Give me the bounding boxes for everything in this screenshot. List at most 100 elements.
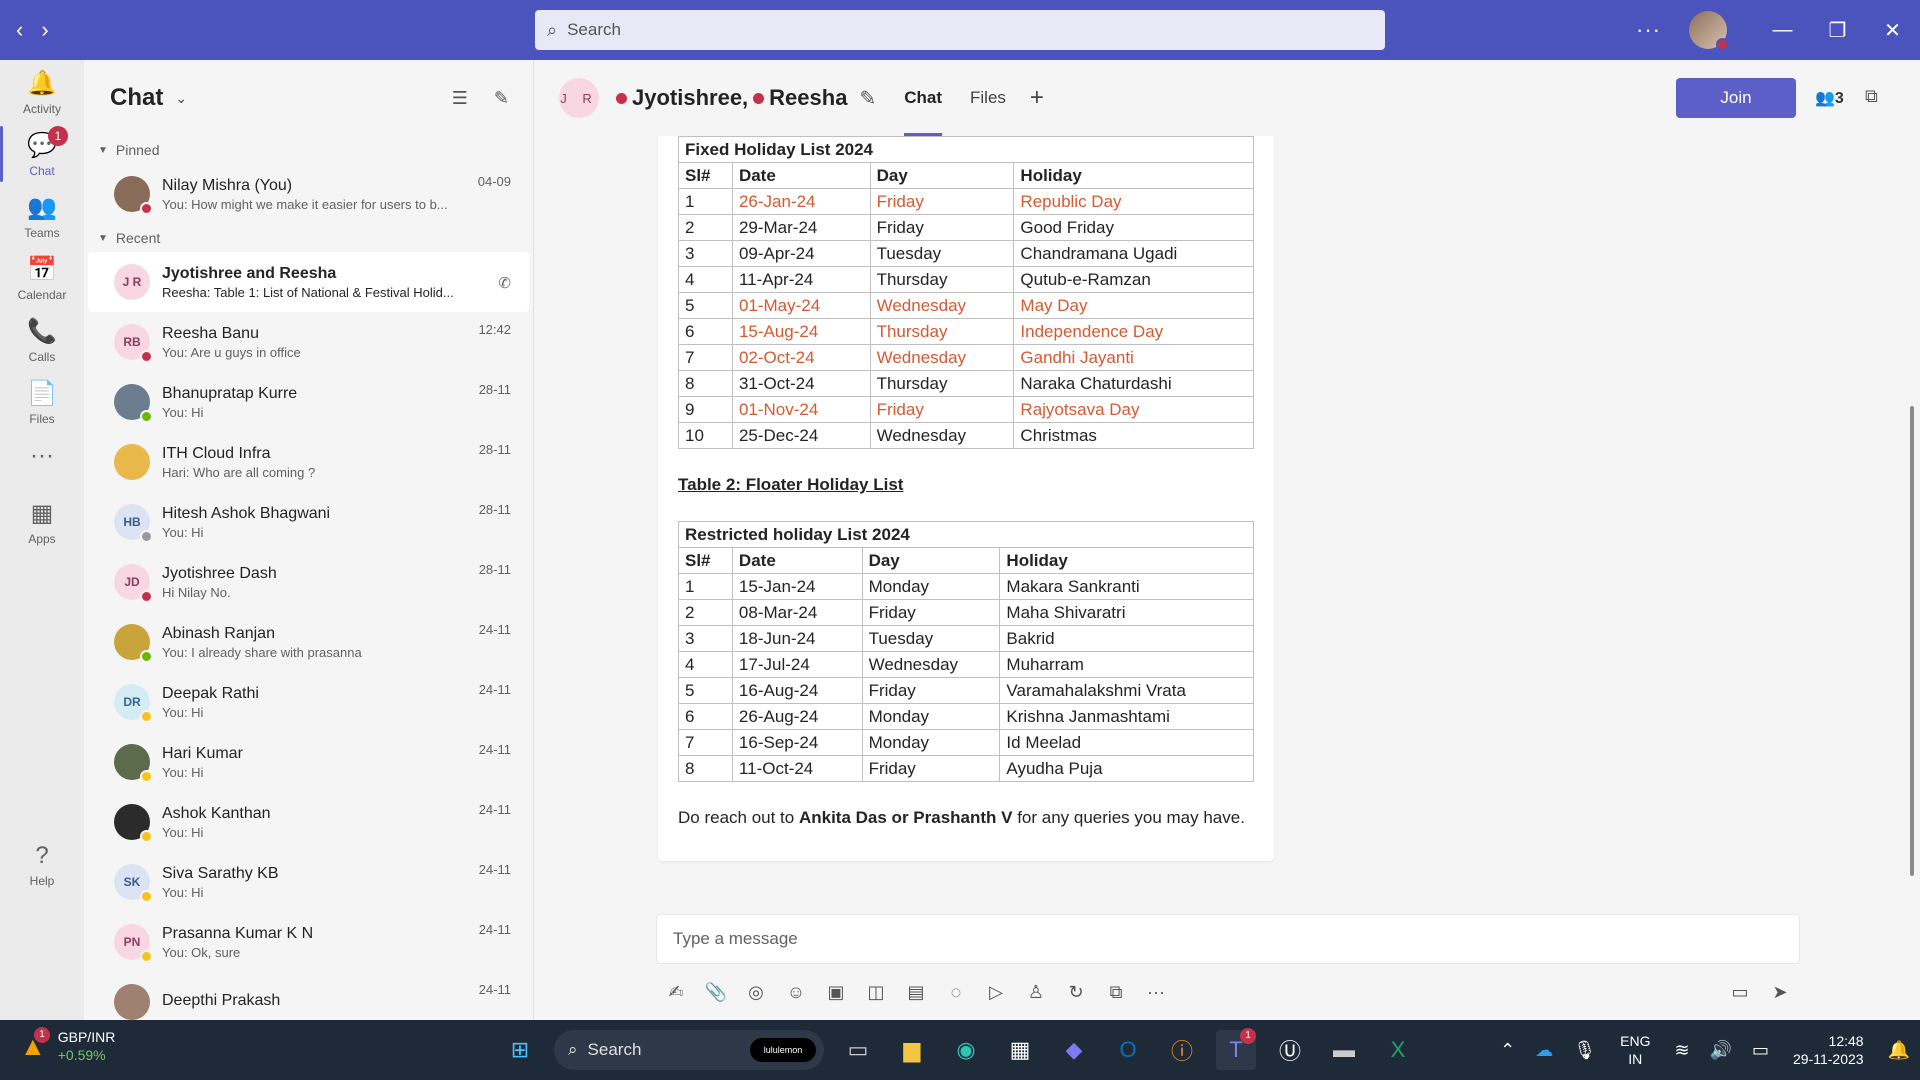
chat-list-item[interactable]: Nilay Mishra (You) You: How might we make… [88,164,529,224]
pop-out-icon[interactable]: ⧉ [1865,86,1878,107]
apps-icon[interactable]: ⧉ [1096,982,1136,1003]
table-cell: Friday [861,755,1001,782]
chat-list-item[interactable]: Ashok Kanthan You: Hi 24-11 [88,792,529,852]
forward-arrow-icon[interactable]: › [41,17,48,43]
table-cell: 02-Oct-24 [731,344,871,371]
chat-list-item[interactable]: Hari Kumar You: Hi 24-11 [88,732,529,792]
battery-icon[interactable]: ▭ [1752,1040,1769,1061]
clock[interactable]: 12:48 29-11-2023 [1793,1032,1864,1068]
windows-start-icon[interactable]: ⊞ [500,1030,540,1070]
tab-files[interactable]: Files [970,60,1006,136]
teams-icon[interactable]: T1 [1216,1028,1256,1070]
join-button[interactable]: Join [1676,78,1796,118]
help-icon: ? [35,842,49,869]
refresh-icon[interactable]: ↻ [1056,982,1096,1003]
rail-item-chat[interactable]: 💬 Chat 1 [0,126,84,182]
video-clip-icon[interactable]: ▭ [1720,982,1760,1003]
loop-icon[interactable]: ◎ [736,982,776,1003]
stream-icon[interactable]: ▷ [976,982,1016,1003]
profile-avatar[interactable] [1689,11,1729,51]
edit-name-icon[interactable]: ✎ [859,86,876,111]
chat-list-item[interactable]: HB Hitesh Ashok Bhagwani You: Hi 28-11 [88,492,529,552]
recent-section-toggle[interactable]: ▼ Recent [84,224,533,252]
chat-list-item[interactable]: PN Prasanna Kumar K N You: Ok, sure 24-11 [88,912,529,972]
format-icon[interactable]: ✍ [656,982,696,1003]
rail-item-apps[interactable]: ▦ Apps [0,500,84,546]
outlook-icon[interactable]: O [1108,1030,1148,1070]
chat-list-item[interactable]: JD Jyotishree Dash Hi Nilay No. 28-11 [88,552,529,612]
chat-list-item[interactable]: Deepthi Prakash 24-11 [88,972,529,1020]
wifi-icon[interactable]: ≋ [1674,1040,1689,1061]
close-icon[interactable]: ✕ [1865,18,1920,43]
excel-icon[interactable]: X [1378,1030,1418,1070]
attach-icon[interactable]: 📎 [696,982,736,1003]
maximize-icon[interactable]: ❐ [1810,18,1865,43]
chat-list-item[interactable]: Abinash Ranjan You: I already share with … [88,612,529,672]
search-input[interactable]: ⌕ Search [535,10,1385,50]
rail-item-calendar[interactable]: 📅 Calendar [0,256,84,302]
chat-list-item[interactable]: Bhanupratap Kurre You: Hi 28-11 [88,372,529,432]
chat-list-item[interactable]: DR Deepak Rathi You: Hi 24-11 [88,672,529,732]
approvals-icon[interactable]: ♙ [1016,982,1056,1003]
participants-button[interactable]: 👥3 [1815,88,1844,108]
send-icon[interactable]: ➤ [1760,982,1800,1003]
more-icon[interactable]: ··· [1136,982,1176,1003]
add-tab-icon[interactable]: + [1030,84,1044,112]
chevron-up-icon[interactable]: ⌃ [1500,1040,1515,1061]
history-nav: ‹ › [16,17,49,43]
back-arrow-icon[interactable]: ‹ [16,17,23,43]
chat-list-item[interactable]: ITH Cloud Infra Hari: Who are all coming … [88,432,529,492]
rail-item-files[interactable]: 📄 Files [0,380,84,426]
message-input[interactable]: Type a message [656,914,1800,964]
file-explorer-icon[interactable]: ▆ [892,1030,932,1070]
table-cell: 5 [678,292,733,319]
minimize-icon[interactable]: — [1755,19,1810,42]
language-indicator[interactable]: ENG IN [1620,1032,1650,1068]
group-avatar[interactable]: J R [559,78,599,118]
column-header: Day [869,162,1015,189]
chevron-down-icon[interactable]: ⌄ [175,90,187,107]
praise-icon[interactable]: ◌ [936,982,976,1003]
u-app-icon[interactable]: Ⓤ [1270,1030,1310,1070]
apps-icon: ▦ [30,500,54,527]
chat-list-item[interactable]: J R Jyotishree and Reesha Reesha: Table 1:… [88,252,529,312]
rail-item-calls[interactable]: 📞 Calls [0,318,84,364]
more-options-icon[interactable]: ··· [1636,17,1661,43]
mic-muted-icon[interactable]: 🎙 [1573,1040,1596,1061]
chat-list-item[interactable]: RB Reesha Banu You: Are u guys in office 12… [88,312,529,372]
scrollbar[interactable] [1910,406,1914,876]
filter-icon[interactable]: ☰ [452,88,468,109]
table-cell: Wednesday [861,651,1001,678]
phone-icon[interactable]: ✆ [498,274,511,292]
gif-icon[interactable]: ▣ [816,982,856,1003]
onedrive-icon[interactable]: ☁ [1535,1040,1553,1061]
participants-count: 3 [1834,90,1844,107]
edge-browser-icon[interactable]: ◉ [946,1030,986,1070]
taskbar-search[interactable]: ⌕ Search lululemon [554,1030,824,1070]
terminal-icon[interactable]: ▬ [1324,1030,1364,1070]
chat-list-header: Chat ⌄ ☰ ✎ [84,60,533,136]
chat-list-item[interactable]: SK Siva Sarathy KB You: Hi 24-11 [88,852,529,912]
schedule-meeting-icon[interactable]: ▤ [896,982,936,1003]
task-view-icon[interactable]: ▭ [838,1030,878,1070]
rail-item-help[interactable]: ? Help [0,842,84,888]
info-app-icon[interactable]: ⓘ [1162,1030,1202,1070]
table-cell: Friday [869,396,1015,423]
pinned-section-toggle[interactable]: ▼ Pinned [84,136,533,164]
table-row: 2 29-Mar-24 Friday Good Friday [678,214,1254,241]
closing-contacts: Ankita Das or Prashanth V [798,808,1013,827]
new-chat-icon[interactable]: ✎ [494,88,509,109]
tab-chat[interactable]: Chat [904,60,942,136]
table-row: 5 01-May-24 Wednesday May Day [678,292,1254,319]
copilot-icon[interactable]: ◆ [1054,1030,1094,1070]
emoji-icon[interactable]: ☺ [776,982,816,1003]
notifications-bell-icon[interactable]: 🔔 [1888,1040,1910,1061]
volume-icon[interactable]: 🔊 [1710,1040,1732,1061]
column-header: Holiday [999,547,1254,574]
store-icon[interactable]: ▦ [1000,1030,1040,1070]
sticker-icon[interactable]: ◫ [856,982,896,1003]
ticker-widget[interactable]: ▲ 1 GBP/INR +0.59% [20,1026,115,1064]
rail-item-activity[interactable]: 🔔 Activity [0,70,84,116]
rail-item-more[interactable]: ··· [0,442,84,474]
rail-item-teams[interactable]: 👥 Teams [0,194,84,240]
